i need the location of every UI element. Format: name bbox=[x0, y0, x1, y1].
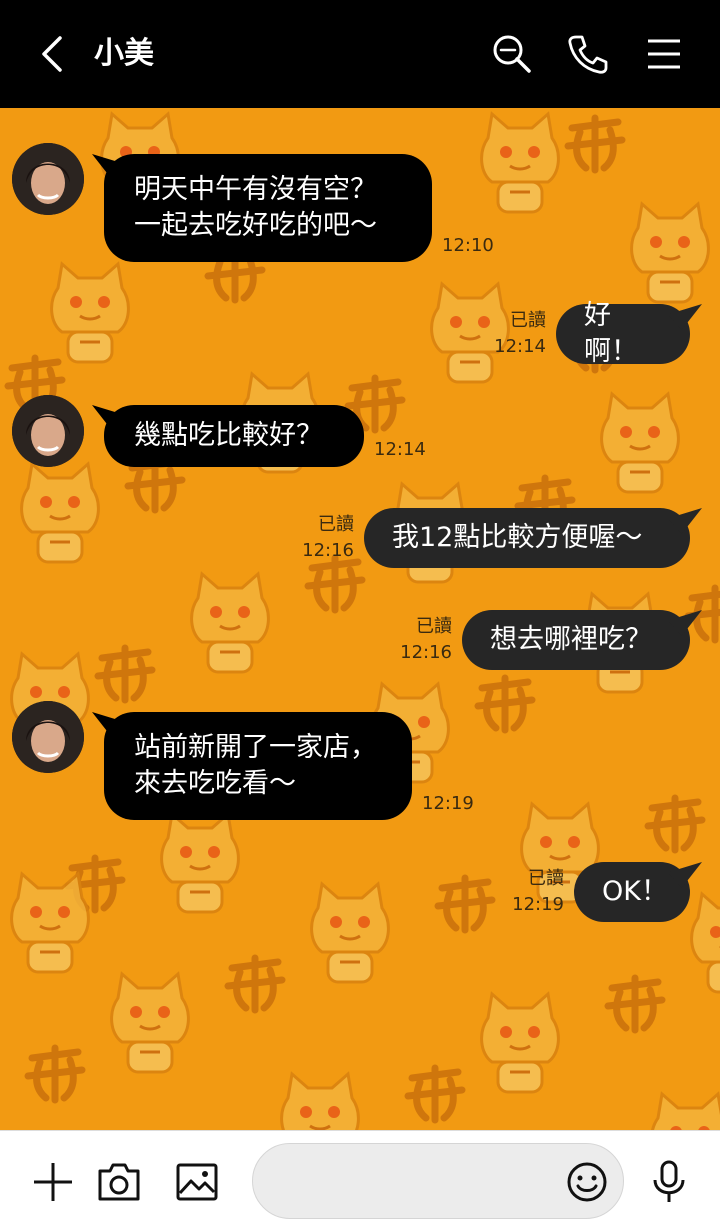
message-bubble-outgoing[interactable]: 好啊！ bbox=[556, 300, 690, 367]
contact-avatar[interactable] bbox=[12, 143, 84, 215]
message-text: 站前新開了一家店， bbox=[134, 732, 377, 763]
message-bubble-outgoing[interactable]: OK！ bbox=[574, 862, 690, 922]
message-meta: 已讀 12:16 bbox=[396, 614, 452, 666]
message-time: 12:19 bbox=[422, 793, 474, 814]
message-meta: 已讀 12:19 bbox=[508, 866, 564, 918]
message-text: 幾點吃比較好？ bbox=[134, 420, 323, 451]
plus-icon[interactable] bbox=[30, 1159, 76, 1205]
message-bubble-outgoing[interactable]: 想去哪裡吃？ bbox=[462, 610, 690, 670]
message-time: 12:16 bbox=[400, 642, 452, 663]
message-bubble-outgoing[interactable]: 我12點比較方便喔～ bbox=[364, 508, 690, 568]
message-bubble-incoming[interactable]: 明天中午有沒有空？ 一起去吃好吃的吧～ bbox=[104, 154, 432, 262]
message-composer bbox=[0, 1130, 720, 1232]
message-bubble-incoming[interactable]: 站前新開了一家店， 來去吃吃看～ bbox=[104, 712, 412, 820]
message-meta: 已讀 12:16 bbox=[296, 512, 354, 564]
message-time: 12:14 bbox=[494, 336, 546, 357]
emoji-icon[interactable] bbox=[565, 1160, 609, 1204]
message-text: 好啊！ bbox=[584, 300, 638, 367]
phone-icon[interactable] bbox=[566, 32, 610, 76]
message-text: OK！ bbox=[602, 876, 668, 907]
message-text: 來去吃吃看～ bbox=[134, 768, 296, 799]
message-input-box[interactable] bbox=[252, 1143, 624, 1219]
back-chevron-icon[interactable] bbox=[34, 32, 74, 76]
read-receipt: 已讀 bbox=[510, 310, 546, 331]
contact-avatar[interactable] bbox=[12, 395, 84, 467]
menu-icon[interactable] bbox=[642, 32, 686, 76]
message-time: 12:19 bbox=[512, 894, 564, 915]
message-meta: 已讀 12:14 bbox=[490, 308, 546, 360]
message-list: 明天中午有沒有空？ 一起去吃好吃的吧～ 12:10 已讀 12:14 好啊！ 幾… bbox=[0, 108, 720, 1130]
camera-icon[interactable] bbox=[96, 1159, 142, 1205]
message-text: 我12點比較方便喔～ bbox=[392, 522, 643, 553]
read-receipt: 已讀 bbox=[318, 514, 354, 535]
message-time: 12:14 bbox=[374, 439, 426, 460]
chat-header: 小美 bbox=[0, 0, 720, 108]
message-input[interactable] bbox=[277, 1162, 557, 1202]
message-text: 明天中午有沒有空？ bbox=[134, 174, 377, 205]
image-icon[interactable] bbox=[174, 1159, 220, 1205]
contact-name[interactable]: 小美 bbox=[94, 34, 154, 74]
contact-avatar[interactable] bbox=[12, 701, 84, 773]
message-time: 12:10 bbox=[442, 235, 494, 256]
message-text: 一起去吃好吃的吧～ bbox=[134, 210, 377, 241]
microphone-icon[interactable] bbox=[646, 1159, 692, 1205]
message-text: 想去哪裡吃？ bbox=[490, 624, 652, 655]
read-receipt: 已讀 bbox=[416, 616, 452, 637]
message-bubble-incoming[interactable]: 幾點吃比較好？ bbox=[104, 405, 364, 467]
read-receipt: 已讀 bbox=[528, 868, 564, 889]
search-icon[interactable] bbox=[490, 32, 534, 76]
message-time: 12:16 bbox=[302, 540, 354, 561]
